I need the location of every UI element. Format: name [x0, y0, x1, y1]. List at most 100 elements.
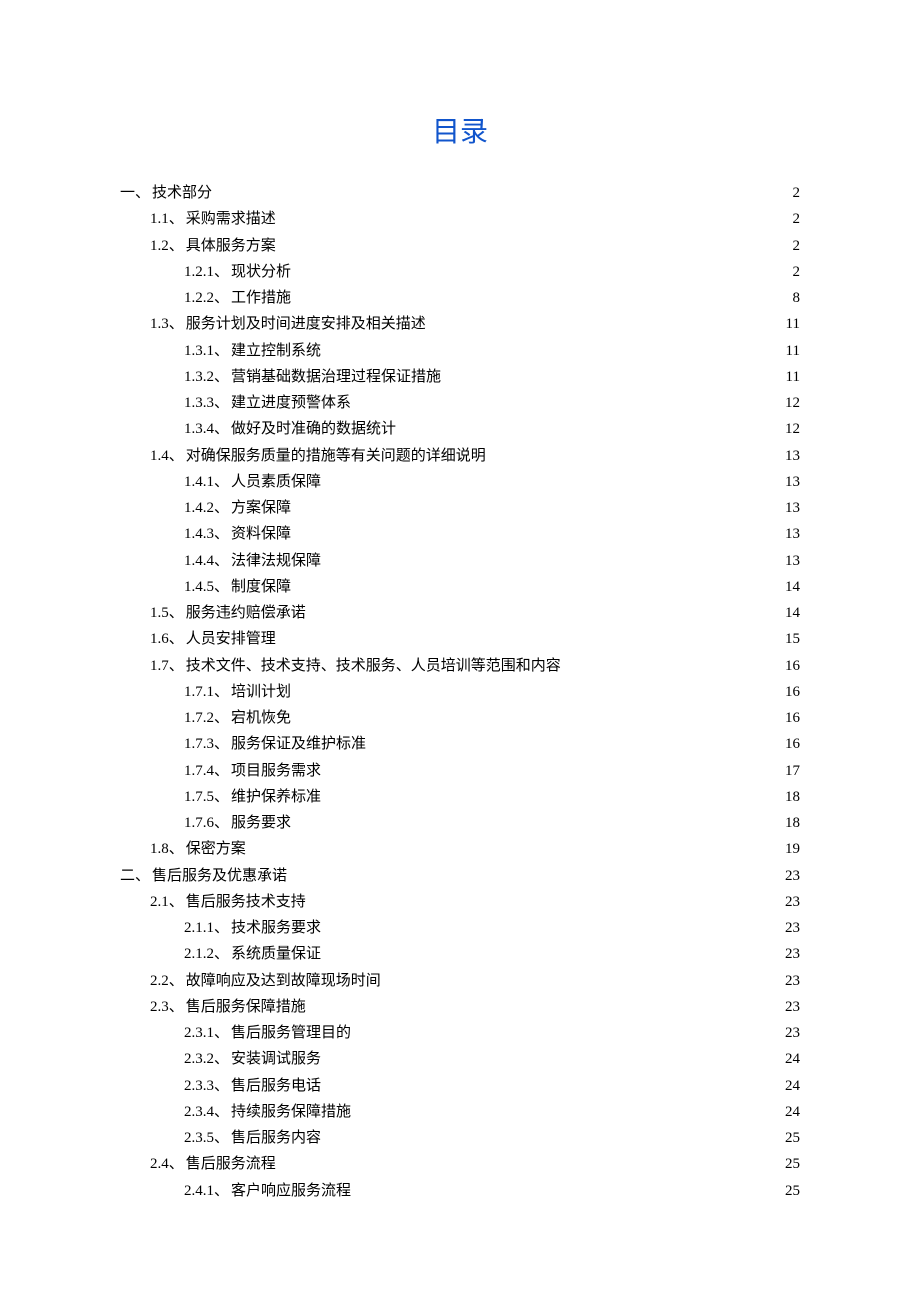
toc-entry[interactable]: 1.2、具体服务方案2	[150, 233, 800, 259]
toc-entry[interactable]: 2.1、售后服务技术支持23	[150, 889, 800, 915]
toc-entry-number: 1.6、	[150, 626, 184, 652]
toc-entry[interactable]: 1.7.3、服务保证及维护标准16	[184, 731, 800, 757]
toc-entry-number: 1.7.6、	[184, 810, 229, 836]
toc-entry-number: 1.7.1、	[184, 679, 229, 705]
document-page: 目录 一、技术部分21.1、采购需求描述21.2、具体服务方案21.2.1、现状…	[0, 0, 920, 1264]
toc-entry-text: 服务要求	[231, 810, 291, 836]
toc-entry-number: 1.4.1、	[184, 469, 229, 495]
toc-entry[interactable]: 二、售后服务及优惠承诺23	[120, 863, 800, 889]
toc-entry-page: 13	[781, 495, 800, 521]
toc-entry-page: 18	[781, 810, 800, 836]
toc-entry-text: 维护保养标准	[231, 784, 321, 810]
toc-entry[interactable]: 1.7.5、维护保养标准18	[184, 784, 800, 810]
toc-entry[interactable]: 1.8、保密方案19	[150, 836, 800, 862]
toc-entry[interactable]: 1.3.3、建立进度预警体系 12	[184, 390, 800, 416]
toc-entry[interactable]: 1.7、技术文件、技术支持、技术服务、人员培训等范围和内容16	[150, 653, 800, 679]
toc-entry-page: 23	[781, 994, 800, 1020]
toc-entry-text: 售后服务流程	[186, 1151, 276, 1177]
toc-entry-page: 12	[781, 390, 800, 416]
toc-entry-text: 建立控制系统	[231, 338, 321, 364]
toc-entry[interactable]: 1.3.1、建立控制系统11	[184, 338, 800, 364]
toc-entry[interactable]: 2.3、售后服务保障措施23	[150, 994, 800, 1020]
toc-entry-text: 建立进度预警体系	[231, 390, 351, 416]
toc-entry-page: 8	[789, 285, 801, 311]
toc-entry-page: 25	[781, 1151, 800, 1177]
toc-entry[interactable]: 1.4.5、制度保障14	[184, 574, 800, 600]
toc-entry[interactable]: 1.7.2、宕机恢免16	[184, 705, 800, 731]
toc-entry-page: 23	[781, 889, 800, 915]
toc-entry[interactable]: 1.5、服务违约赔偿承诺14	[150, 600, 800, 626]
toc-entry-page: 2	[789, 180, 801, 206]
toc-entry-text: 售后服务管理目的	[231, 1020, 351, 1046]
toc-entry-number: 二、	[120, 863, 150, 889]
toc-entry-page: 11	[782, 364, 800, 390]
toc-entry-text: 方案保障	[231, 495, 291, 521]
toc-entry[interactable]: 1.2.1、现状分析2	[184, 259, 800, 285]
toc-entry-text: 售后服务保障措施	[186, 994, 306, 1020]
toc-entry[interactable]: 1.3.4、做好及时准确的数据统计12	[184, 416, 800, 442]
toc-entry[interactable]: 2.3.1、售后服务管理目的23	[184, 1020, 800, 1046]
toc-entry-text: 持续服务保障措施	[231, 1099, 351, 1125]
toc-entry-text: 人员安排管理	[186, 626, 276, 652]
toc-entry-number: 1.3.3、	[184, 390, 229, 416]
toc-entry-page: 17	[781, 758, 800, 784]
toc-entry[interactable]: 2.4.1、客户响应服务流程25	[184, 1178, 800, 1204]
toc-entry[interactable]: 1.2.2、工作措施8	[184, 285, 800, 311]
toc-entry-number: 2.3.1、	[184, 1020, 229, 1046]
toc-entry[interactable]: 2.3.5、售后服务内容25	[184, 1125, 800, 1151]
toc-entry-number: 1.7、	[150, 653, 184, 679]
toc-entry-page: 24	[781, 1099, 800, 1125]
toc-entry-page: 13	[781, 469, 800, 495]
toc-entry-number: 一、	[120, 180, 150, 206]
toc-entry-page: 24	[781, 1046, 800, 1072]
toc-entry-text: 服务违约赔偿承诺	[186, 600, 306, 626]
toc-entry[interactable]: 2.2、故障响应及达到故障现场时间23	[150, 968, 800, 994]
toc-entry[interactable]: 2.1.1、技术服务要求23	[184, 915, 800, 941]
toc-entry-page: 15	[781, 626, 800, 652]
toc-entry-number: 2.4、	[150, 1151, 184, 1177]
toc-entry-number: 1.3、	[150, 311, 184, 337]
toc-entry-page: 23	[781, 968, 800, 994]
toc-entry-text: 技术部分	[152, 180, 212, 206]
toc-entry-number: 2.4.1、	[184, 1178, 229, 1204]
toc-entry[interactable]: 2.3.2、安装调试服务24	[184, 1046, 800, 1072]
toc-entry-number: 1.3.2、	[184, 364, 229, 390]
toc-entry[interactable]: 1.7.1、培训计划16	[184, 679, 800, 705]
toc-entry[interactable]: 1.4.4、法律法规保障13	[184, 548, 800, 574]
toc-entry[interactable]: 1.4.3、资料保障13	[184, 521, 800, 547]
toc-entry-page: 23	[781, 915, 800, 941]
toc-entry[interactable]: 1.1、采购需求描述2	[150, 206, 800, 232]
toc-entry-text: 售后服务内容	[231, 1125, 321, 1151]
toc-entry[interactable]: 一、技术部分 2	[120, 180, 800, 206]
toc-entry-text: 营销基础数据治理过程保证措施	[231, 364, 441, 390]
toc-entry-number: 1.4.2、	[184, 495, 229, 521]
toc-entry[interactable]: 1.3.2、营销基础数据治理过程保证措施 11	[184, 364, 800, 390]
toc-entry-page: 14	[781, 600, 800, 626]
toc-entry[interactable]: 2.3.3、售后服务电话24	[184, 1073, 800, 1099]
toc-entry-number: 1.3.1、	[184, 338, 229, 364]
toc-entry-text: 资料保障	[231, 521, 291, 547]
toc-entry[interactable]: 2.4、售后服务流程 25	[150, 1151, 800, 1177]
toc-entry-page: 23	[781, 863, 800, 889]
toc-entry-number: 1.7.3、	[184, 731, 229, 757]
toc-entry-page: 11	[782, 311, 800, 337]
toc-entry[interactable]: 1.7.4、项目服务需求17	[184, 758, 800, 784]
toc-entry-number: 2.3.3、	[184, 1073, 229, 1099]
toc-entry[interactable]: 1.4.1、人员素质保障13	[184, 469, 800, 495]
toc-entry-number: 2.2、	[150, 968, 184, 994]
toc-entry[interactable]: 1.7.6、服务要求 18	[184, 810, 800, 836]
toc-entry[interactable]: 1.3、服务计划及时间进度安排及相关描述 11	[150, 311, 800, 337]
toc-entry-page: 16	[781, 705, 800, 731]
toc-entry-number: 2.1.2、	[184, 941, 229, 967]
toc-entry-page: 13	[781, 521, 800, 547]
toc-entry[interactable]: 1.6、人员安排管理 15	[150, 626, 800, 652]
toc-entry[interactable]: 2.3.4、持续服务保障措施24	[184, 1099, 800, 1125]
toc-entry-page: 13	[781, 443, 800, 469]
toc-entry-page: 25	[781, 1125, 800, 1151]
toc-entry[interactable]: 1.4.2、方案保障 13	[184, 495, 800, 521]
toc-entry[interactable]: 2.1.2、系统质量保证23	[184, 941, 800, 967]
toc-entry-text: 法律法规保障	[231, 548, 321, 574]
toc-entry-text: 售后服务电话	[231, 1073, 321, 1099]
toc-entry[interactable]: 1.4、对确保服务质量的措施等有关问题的详细说明13	[150, 443, 800, 469]
toc-entry-text: 服务计划及时间进度安排及相关描述	[186, 311, 426, 337]
